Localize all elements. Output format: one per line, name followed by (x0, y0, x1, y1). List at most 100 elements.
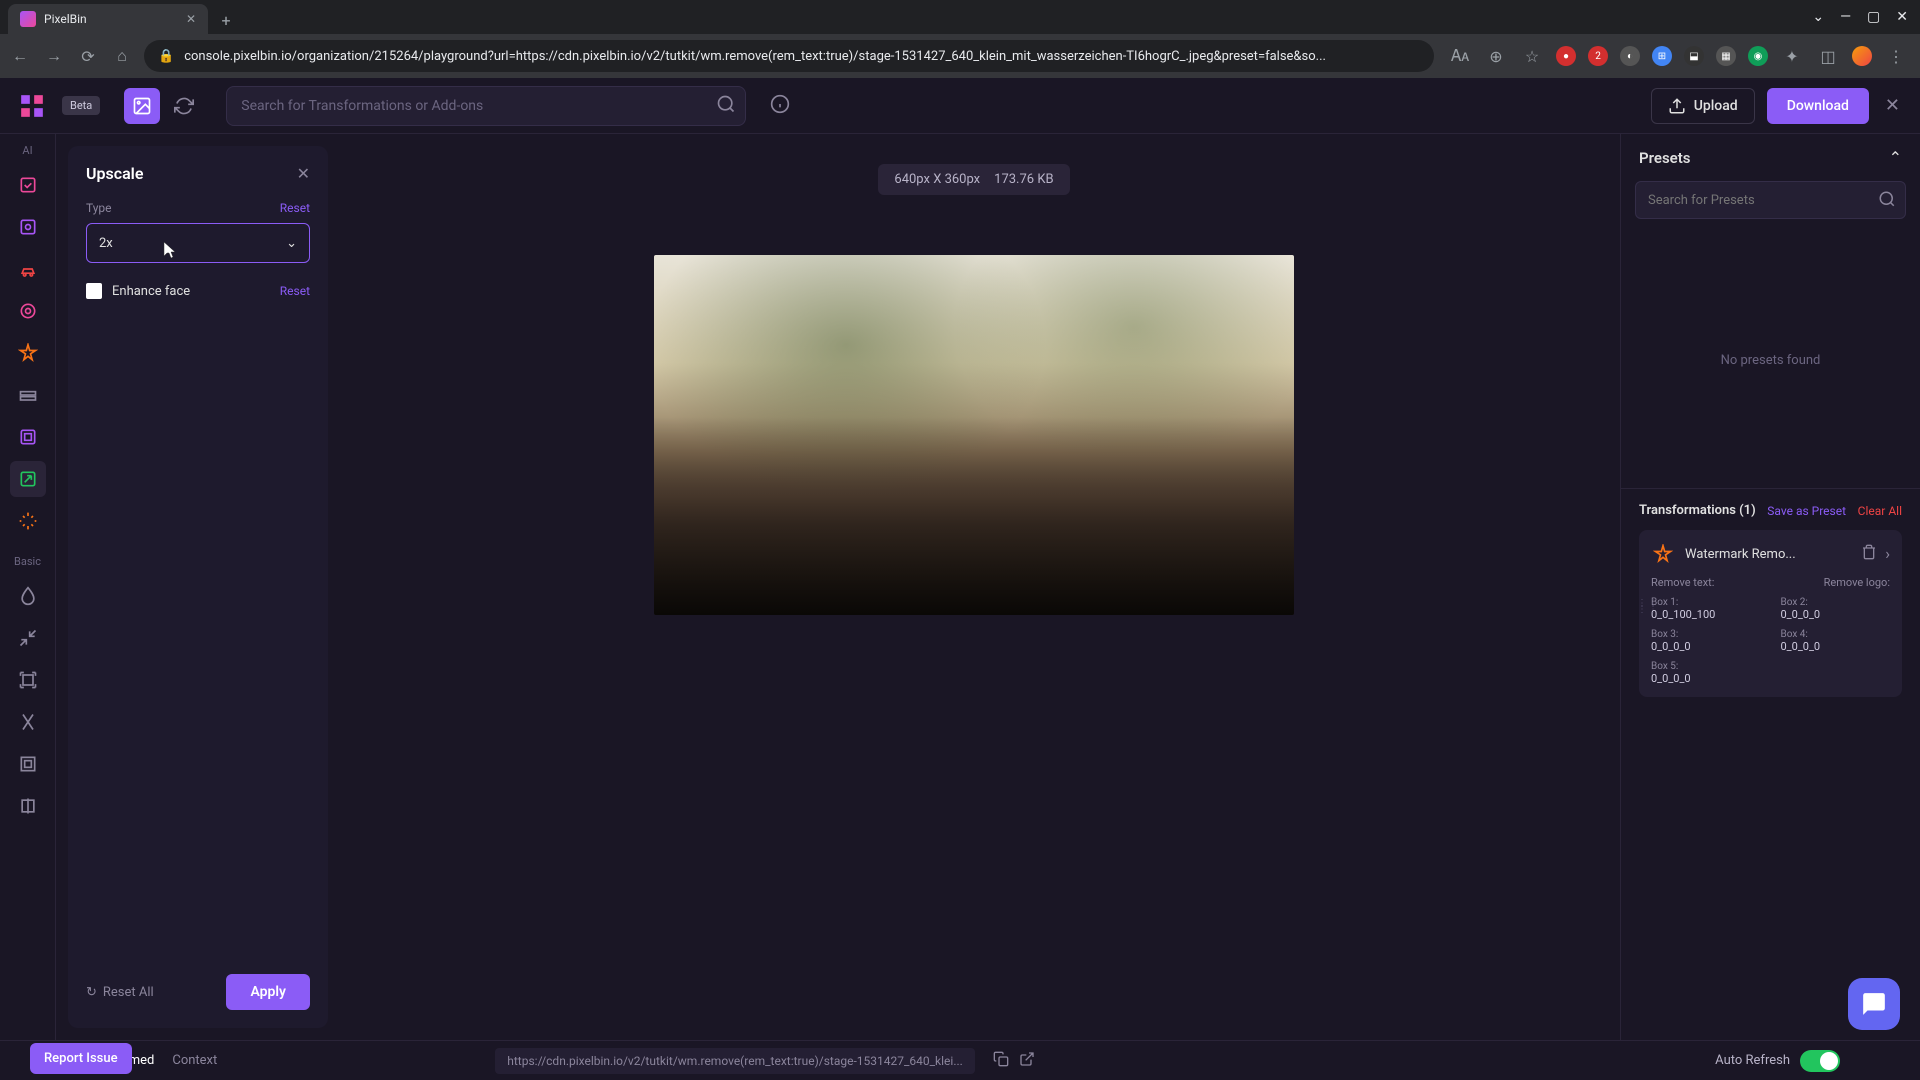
copy-icon[interactable] (993, 1051, 1009, 1071)
rail-effect-icon[interactable] (10, 503, 46, 539)
translate-icon[interactable]: 🗛 (1448, 46, 1472, 66)
transforms-section: Transformations (1) Save as Preset Clear… (1621, 488, 1920, 711)
external-link-icon[interactable] (1019, 1051, 1035, 1071)
preset-search-input[interactable] (1635, 181, 1906, 219)
right-panel: Presets ⌃ No presets found Transformatio… (1620, 134, 1920, 1040)
remove-text-label: Remove text: (1651, 576, 1714, 589)
apply-button[interactable]: Apply (226, 974, 310, 1010)
rail-basic-label: Basic (14, 555, 41, 568)
type-reset-link[interactable]: Reset (280, 201, 310, 215)
rail-bg-remove-icon[interactable] (10, 167, 46, 203)
menu-icon[interactable]: ⋮ (1884, 47, 1908, 66)
rail-compress-icon[interactable] (10, 620, 46, 656)
beta-badge: Beta (62, 96, 100, 115)
app-header: Beta Upload Download ✕ (0, 78, 1920, 134)
dimensions-text: 640px X 360px (894, 172, 980, 187)
favicon-icon (20, 11, 36, 27)
logo-icon[interactable] (16, 90, 48, 122)
rail-super-icon[interactable] (10, 335, 46, 371)
tab-context[interactable]: Context (172, 1053, 217, 1068)
upload-button[interactable]: Upload (1651, 88, 1755, 124)
lock-icon: 🔒 (158, 49, 174, 64)
rail-flatten-icon[interactable] (10, 746, 46, 782)
preview-image[interactable] (654, 255, 1294, 615)
type-label: Type (86, 201, 112, 215)
star-icon[interactable]: ☆ (1520, 47, 1544, 66)
download-button[interactable]: Download (1767, 88, 1869, 124)
tab-title: PixelBin (44, 12, 87, 26)
rail-extract-icon[interactable] (10, 704, 46, 740)
clear-all-link[interactable]: Clear All (1858, 504, 1902, 518)
close-tab-icon[interactable]: ✕ (186, 12, 196, 26)
rail-generate-icon[interactable] (10, 419, 46, 455)
icon-rail: AI Basic (0, 134, 56, 1040)
ext-icon-7[interactable]: ◉ (1748, 46, 1768, 66)
transform-card: Watermark Remo... › Remove text: Remove … (1639, 530, 1902, 697)
home-icon[interactable]: ⌂ (110, 46, 134, 66)
chevron-right-icon[interactable]: › (1885, 544, 1890, 564)
panel-title: Upscale (86, 164, 143, 183)
auto-refresh-toggle[interactable] (1800, 1050, 1840, 1072)
reset-all-button[interactable]: ↻ Reset All (86, 985, 154, 1000)
control-panel: Upscale ✕ Type Reset 2x ⌄ Enhance face R… (68, 146, 328, 1028)
transform-name: Watermark Remo... (1685, 547, 1851, 562)
browser-tab[interactable]: PixelBin ✕ (8, 4, 208, 34)
rail-erase-icon[interactable] (10, 209, 46, 245)
tab-bar: PixelBin ✕ + ⌄ — ▢ ✕ (0, 0, 1920, 34)
drag-handle-icon[interactable]: ⋮⋮⋮⋮ (1637, 601, 1659, 613)
mode-refresh-button[interactable] (166, 88, 202, 124)
minimize-icon[interactable]: — (1840, 9, 1851, 25)
sidepanel-icon[interactable]: ◫ (1816, 47, 1840, 66)
upload-label: Upload (1694, 98, 1738, 114)
ext-icon-2[interactable]: 2 (1588, 46, 1608, 66)
enhance-reset-link[interactable]: Reset (280, 284, 310, 298)
maximize-icon[interactable]: ▢ (1867, 9, 1880, 25)
rail-blur-icon[interactable] (10, 578, 46, 614)
url-text: console.pixelbin.io/organization/215264/… (184, 49, 1326, 64)
address-bar[interactable]: 🔒 console.pixelbin.io/organization/21526… (144, 40, 1434, 72)
rail-extend-icon[interactable] (10, 662, 46, 698)
search-icon[interactable] (716, 94, 736, 118)
chevron-up-icon[interactable]: ⌃ (1889, 148, 1902, 167)
extensions-icon[interactable]: ✦ (1780, 47, 1804, 66)
rail-upscale-icon[interactable] (10, 461, 46, 497)
cursor-icon (159, 240, 177, 266)
reload-icon[interactable]: ⟳ (76, 47, 100, 66)
report-issue-button[interactable]: Report Issue (30, 1043, 132, 1074)
rail-detect-icon[interactable] (10, 293, 46, 329)
remove-logo-label: Remove logo: (1824, 576, 1890, 589)
header-right: Upload Download ✕ (1651, 88, 1904, 124)
type-dropdown[interactable]: 2x ⌄ (86, 223, 310, 263)
search-input[interactable] (226, 86, 746, 126)
search-icon[interactable] (1878, 190, 1896, 212)
ext-icon-4[interactable]: ⊞ (1652, 46, 1672, 66)
info-icon[interactable] (770, 94, 790, 118)
install-icon[interactable]: ⊕ (1484, 47, 1508, 66)
close-app-icon[interactable]: ✕ (1881, 91, 1904, 120)
close-window-icon[interactable]: ✕ (1896, 9, 1908, 25)
delete-icon[interactable] (1861, 544, 1877, 564)
canvas-area: 640px X 360px 173.76 KB (328, 134, 1620, 1040)
ext-icon-6[interactable]: ▦ (1716, 46, 1736, 66)
back-icon[interactable]: ← (8, 46, 32, 66)
panel-close-icon[interactable]: ✕ (297, 164, 310, 183)
window-controls: ⌄ — ▢ ✕ (1812, 9, 1920, 25)
new-tab-button[interactable]: + (212, 6, 240, 34)
ext-icon-1[interactable]: ● (1556, 46, 1576, 66)
save-preset-link[interactable]: Save as Preset (1767, 504, 1846, 518)
ext-icon-5[interactable]: ⬓ (1684, 46, 1704, 66)
box-item: Box 2:0_0_0_0 (1781, 597, 1891, 621)
enhance-face-checkbox[interactable] (86, 283, 102, 299)
rail-object-icon[interactable] (10, 251, 46, 287)
chevron-down-icon: ⌄ (286, 236, 297, 251)
rail-credit-icon[interactable] (10, 377, 46, 413)
rail-ai-label: AI (22, 144, 32, 157)
rail-flip-icon[interactable] (10, 788, 46, 824)
ext-icon-3[interactable]: ◐ (1620, 46, 1640, 66)
mode-image-button[interactable] (124, 88, 160, 124)
chevron-down-icon[interactable]: ⌄ (1812, 9, 1824, 25)
forward-icon[interactable]: → (42, 46, 66, 66)
search-wrap (226, 86, 746, 126)
chat-bubble-button[interactable] (1848, 978, 1900, 1030)
avatar-icon[interactable] (1852, 46, 1872, 66)
